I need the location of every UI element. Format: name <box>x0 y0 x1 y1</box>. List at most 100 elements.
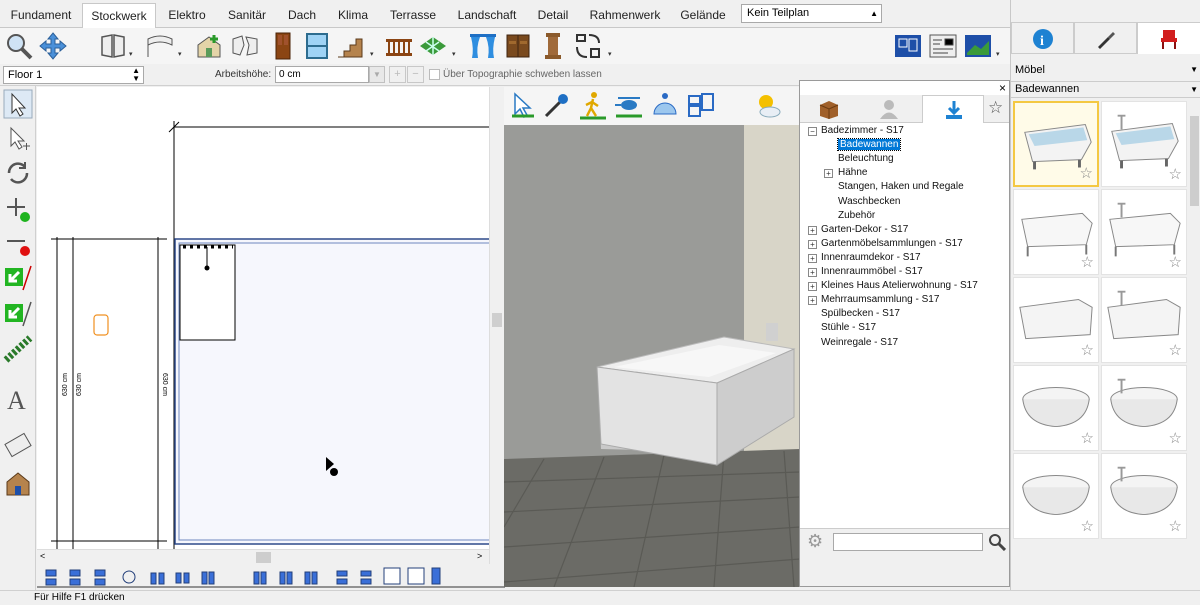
minus-icon[interactable]: − <box>407 66 424 83</box>
select-arrow-icon[interactable] <box>3 89 33 119</box>
tab-fundament[interactable]: Fundament <box>4 3 78 28</box>
tree-item[interactable]: Gartenmöbelsammlungen - S17 <box>821 238 963 249</box>
scroll-right-icon[interactable]: > <box>477 551 482 561</box>
symbol-icon[interactable] <box>573 31 603 61</box>
star-icon[interactable]: ☆ <box>1169 253 1182 271</box>
subcategory-select[interactable]: Badewannen ▼ <box>1011 81 1200 98</box>
door-icon[interactable] <box>268 31 298 61</box>
catalog-item[interactable]: ☆ <box>1101 277 1187 363</box>
scroll-thumb[interactable] <box>256 552 271 563</box>
house-icon[interactable] <box>3 468 33 498</box>
scroll-thumb[interactable] <box>492 313 502 327</box>
tab-detail[interactable]: Detail <box>530 3 576 28</box>
dropdown-arrow-icon[interactable]: ▾ <box>452 50 456 58</box>
tree-item[interactable]: Zubehör <box>838 210 875 221</box>
hedge-icon[interactable] <box>3 334 33 364</box>
tab-info[interactable]: i <box>1011 22 1074 54</box>
catalog-item[interactable]: ☆ <box>1013 277 1099 363</box>
window-icon[interactable] <box>302 31 332 61</box>
dropdown-arrow-icon[interactable]: ▾ <box>608 50 612 58</box>
curved-wall-icon[interactable] <box>145 31 175 61</box>
pan-icon[interactable] <box>38 31 68 61</box>
curtain-icon[interactable] <box>468 31 498 61</box>
cabinet-icon[interactable] <box>503 31 533 61</box>
elevation-view-icon[interactable] <box>928 31 958 61</box>
scroll-left-icon[interactable]: < <box>40 551 45 561</box>
tree-item[interactable]: Badewannen <box>836 138 902 152</box>
catalog-item[interactable]: ☆ <box>1101 453 1187 539</box>
star-icon[interactable]: ☆ <box>1169 517 1182 535</box>
tree-item[interactable]: Kleines Haus Atelierwohnung - S17 <box>821 280 978 291</box>
expand-icon[interactable]: + <box>808 225 817 235</box>
helicopter-icon[interactable] <box>614 90 644 120</box>
plus-icon[interactable]: + <box>389 66 406 83</box>
stairs-icon[interactable] <box>336 31 366 61</box>
3d-view-icon[interactable] <box>963 31 993 61</box>
tree-item[interactable]: Hähne <box>838 167 867 178</box>
film-icon[interactable] <box>3 430 33 460</box>
tree-item[interactable]: Spülbecken - S17 <box>821 308 900 319</box>
multi-select-icon[interactable] <box>3 124 33 154</box>
dropdown-arrow-icon[interactable]: ▾ <box>129 50 133 58</box>
tab-material[interactable] <box>1074 22 1137 54</box>
3d-view[interactable] <box>504 87 800 587</box>
tab-terrasse[interactable]: Terrasse <box>382 3 444 28</box>
tree-item[interactable]: Innenraumdekor - S17 <box>821 252 921 263</box>
rotate-icon[interactable] <box>3 158 33 188</box>
catalog-item[interactable]: ☆ <box>1101 101 1187 187</box>
star-icon[interactable]: ☆ <box>1169 165 1182 183</box>
tree-item[interactable]: Beleuchtung <box>838 153 894 164</box>
floor-select[interactable]: Floor 1 ▲ ▼ <box>3 66 144 84</box>
floorplan-view-icon[interactable] <box>893 31 923 61</box>
collapse-icon[interactable]: − <box>808 127 817 136</box>
star-icon[interactable]: ☆ <box>1081 429 1094 447</box>
star-icon[interactable]: ☆ <box>1169 341 1182 359</box>
tab-stockwerk[interactable]: Stockwerk <box>82 3 156 29</box>
star-icon[interactable]: ☆ <box>1081 341 1094 359</box>
splitter[interactable] <box>489 87 504 564</box>
sun-cloud-icon[interactable] <box>752 90 782 120</box>
expand-icon[interactable]: + <box>808 296 817 306</box>
tree-item[interactable]: Mehrraumsammlung - S17 <box>821 294 939 305</box>
dropdown-arrow-icon[interactable]: ▾ <box>370 50 374 58</box>
wall-icon[interactable] <box>98 31 128 61</box>
expand-icon[interactable]: + <box>808 268 817 277</box>
search-icon[interactable] <box>988 533 1006 551</box>
floor-tile-icon[interactable] <box>418 31 448 61</box>
tree-item[interactable]: Badezimmer - S17 <box>821 125 904 136</box>
tab-downloads[interactable] <box>922 95 984 123</box>
library-search-input[interactable] <box>833 533 983 551</box>
tree-item[interactable]: Garten-Dekor - S17 <box>821 224 908 235</box>
tab-klima[interactable]: Klima <box>330 3 376 28</box>
box-icon[interactable] <box>818 98 840 120</box>
tab-gelaende[interactable]: Gelände <box>672 3 734 28</box>
topo-checkbox[interactable] <box>429 69 440 80</box>
expand-icon[interactable]: + <box>824 169 833 179</box>
3d-select-icon[interactable] <box>508 90 538 120</box>
arbeitshoehe-input[interactable]: 0 cm <box>275 66 369 83</box>
eyedropper-icon[interactable] <box>542 90 572 120</box>
chevron-down-icon[interactable]: ▼ <box>369 66 385 83</box>
close-icon[interactable]: × <box>999 81 1006 95</box>
railing-icon[interactable] <box>384 31 414 61</box>
move-green-icon[interactable] <box>3 262 33 292</box>
category-select[interactable]: Möbel ▼ <box>1011 63 1200 79</box>
move-green-alt-icon[interactable] <box>3 298 33 328</box>
star-icon[interactable]: ☆ <box>988 98 1003 118</box>
catalog-item[interactable]: ☆ <box>1013 365 1099 451</box>
expand-icon[interactable]: + <box>808 282 817 292</box>
room-icon[interactable] <box>194 31 224 61</box>
align-icons[interactable] <box>37 564 505 592</box>
tab-sanitaer[interactable]: Sanitär <box>220 3 274 28</box>
catalog-item[interactable]: ☆ <box>1101 365 1187 451</box>
tab-landschaft[interactable]: Landschaft <box>450 3 524 28</box>
walk-icon[interactable] <box>578 90 608 120</box>
tab-rahmenwerk[interactable]: Rahmenwerk <box>584 3 666 28</box>
text-icon[interactable]: A <box>3 384 33 414</box>
catalog-item[interactable]: ☆ <box>1013 453 1099 539</box>
tree-item[interactable]: Stangen, Haken und Regale <box>838 181 964 192</box>
tab-furniture[interactable] <box>1137 22 1200 54</box>
wall-break-icon[interactable] <box>230 31 260 61</box>
plan-view[interactable]: 630 cm 630 cm 630 cm <box>37 87 489 549</box>
catalog-item[interactable]: ☆ <box>1101 189 1187 275</box>
